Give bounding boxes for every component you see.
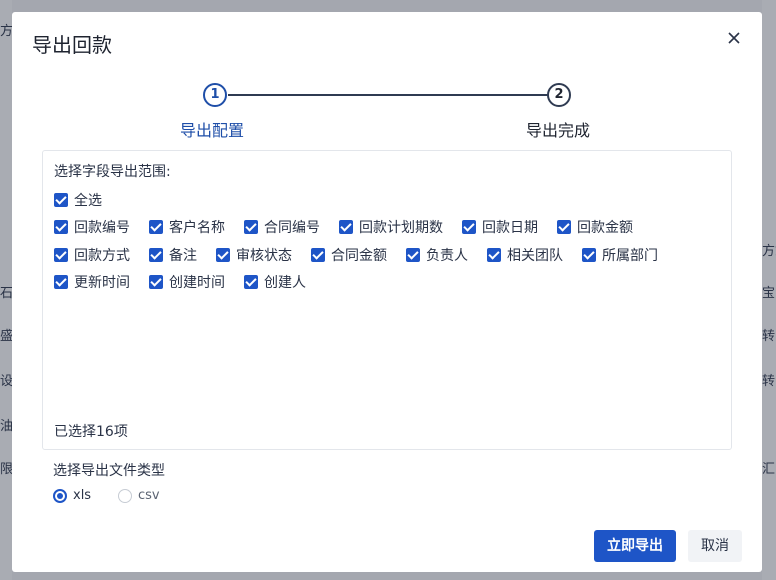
background-text: 转 — [762, 374, 776, 389]
radio-selected-icon — [53, 488, 67, 503]
file-type-title: 选择导出文件类型 — [53, 463, 165, 479]
checkbox-field[interactable]: 负责人 — [406, 245, 468, 265]
checkbox-label: 客户名称 — [169, 220, 225, 236]
checkbox-checked-icon — [582, 248, 596, 262]
checkbox-label: 审核状态 — [236, 248, 292, 264]
checkbox-field[interactable]: 创建时间 — [149, 272, 225, 292]
background-text: 宝 — [762, 286, 776, 301]
export-dialog: 导出回款 1 2 导出配置 导出完成 选择字段导出范围: 全选 回款编号 客户名… — [12, 12, 762, 572]
checkbox-field[interactable]: 审核状态 — [216, 245, 292, 265]
checkbox-checked-icon — [149, 220, 163, 234]
step-1-label: 导出配置 — [180, 121, 245, 140]
checkbox-label: 全选 — [74, 193, 102, 209]
step-2-circle: 2 — [547, 83, 571, 107]
checkbox-checked-icon — [149, 248, 163, 262]
radio-csv[interactable]: csv — [118, 488, 160, 503]
checkbox-field[interactable]: 所属部门 — [582, 245, 658, 265]
background-text: 汇 — [762, 462, 776, 477]
cancel-button[interactable]: 取消 — [688, 530, 742, 562]
checkbox-field[interactable]: 相关团队 — [487, 245, 563, 265]
checkbox-checked-icon — [54, 220, 68, 234]
checkbox-checked-icon — [311, 248, 325, 262]
checkbox-label: 备注 — [169, 248, 197, 264]
checkbox-checked-icon — [462, 220, 476, 234]
checkbox-checked-icon — [216, 248, 230, 262]
checkbox-select-all[interactable]: 全选 — [54, 190, 102, 210]
background-text: 转 — [762, 329, 776, 344]
checkbox-field[interactable]: 合同金额 — [311, 245, 387, 265]
checkbox-field[interactable]: 回款方式 — [54, 245, 130, 265]
checkbox-label: 回款计划期数 — [359, 220, 443, 236]
checkbox-checked-icon — [557, 220, 571, 234]
checkbox-label: 更新时间 — [74, 275, 130, 291]
checkbox-checked-icon — [244, 275, 258, 289]
checkbox-checked-icon — [406, 248, 420, 262]
step-1-circle: 1 — [203, 83, 227, 107]
radio-xls[interactable]: xls — [53, 488, 91, 503]
field-selection-box: 选择字段导出范围: 全选 回款编号 客户名称 合同编号 回款计划期数 回款日期 — [42, 150, 732, 450]
checkbox-label: 创建时间 — [169, 275, 225, 291]
checkbox-checked-icon — [54, 275, 68, 289]
radio-label: csv — [138, 488, 160, 503]
checkbox-checked-icon — [54, 248, 68, 262]
checkbox-label: 创建人 — [264, 275, 306, 291]
checkbox-field[interactable]: 更新时间 — [54, 272, 130, 292]
step-2-label: 导出完成 — [526, 121, 591, 140]
checkbox-label: 合同编号 — [264, 220, 320, 236]
checkbox-label: 回款方式 — [74, 248, 130, 264]
field-selection-title: 选择字段导出范围: — [54, 164, 171, 180]
selected-count: 已选择16项 — [54, 424, 128, 440]
checkbox-label: 合同金额 — [331, 248, 387, 264]
checkbox-field[interactable]: 回款金额 — [557, 217, 633, 237]
checkbox-label: 负责人 — [426, 248, 468, 264]
checkbox-checked-icon — [339, 220, 353, 234]
checkbox-checked-icon — [487, 248, 501, 262]
checkbox-label: 回款编号 — [74, 220, 130, 236]
export-now-button[interactable]: 立即导出 — [594, 530, 676, 562]
checkbox-label: 相关团队 — [507, 248, 563, 264]
checkbox-field[interactable]: 回款计划期数 — [339, 217, 443, 237]
checkbox-label: 回款日期 — [482, 220, 538, 236]
checkbox-field[interactable]: 合同编号 — [244, 217, 320, 237]
checkbox-checked-icon — [54, 193, 68, 207]
radio-unselected-icon — [118, 488, 132, 503]
checkbox-field[interactable]: 备注 — [149, 245, 197, 265]
checkbox-field[interactable]: 回款日期 — [462, 217, 538, 237]
checkbox-field[interactable]: 回款编号 — [54, 217, 130, 237]
checkbox-field[interactable]: 创建人 — [244, 272, 306, 292]
radio-label: xls — [73, 488, 92, 503]
checkbox-label: 所属部门 — [602, 248, 658, 264]
background-text: 方式 — [762, 244, 776, 259]
checkbox-checked-icon — [149, 275, 163, 289]
checkbox-label: 回款金额 — [577, 220, 633, 236]
step-connector — [228, 94, 550, 96]
checkbox-checked-icon — [244, 220, 258, 234]
close-icon[interactable] — [724, 28, 744, 48]
checkbox-field[interactable]: 客户名称 — [149, 217, 225, 237]
dialog-title: 导出回款 — [32, 33, 112, 57]
